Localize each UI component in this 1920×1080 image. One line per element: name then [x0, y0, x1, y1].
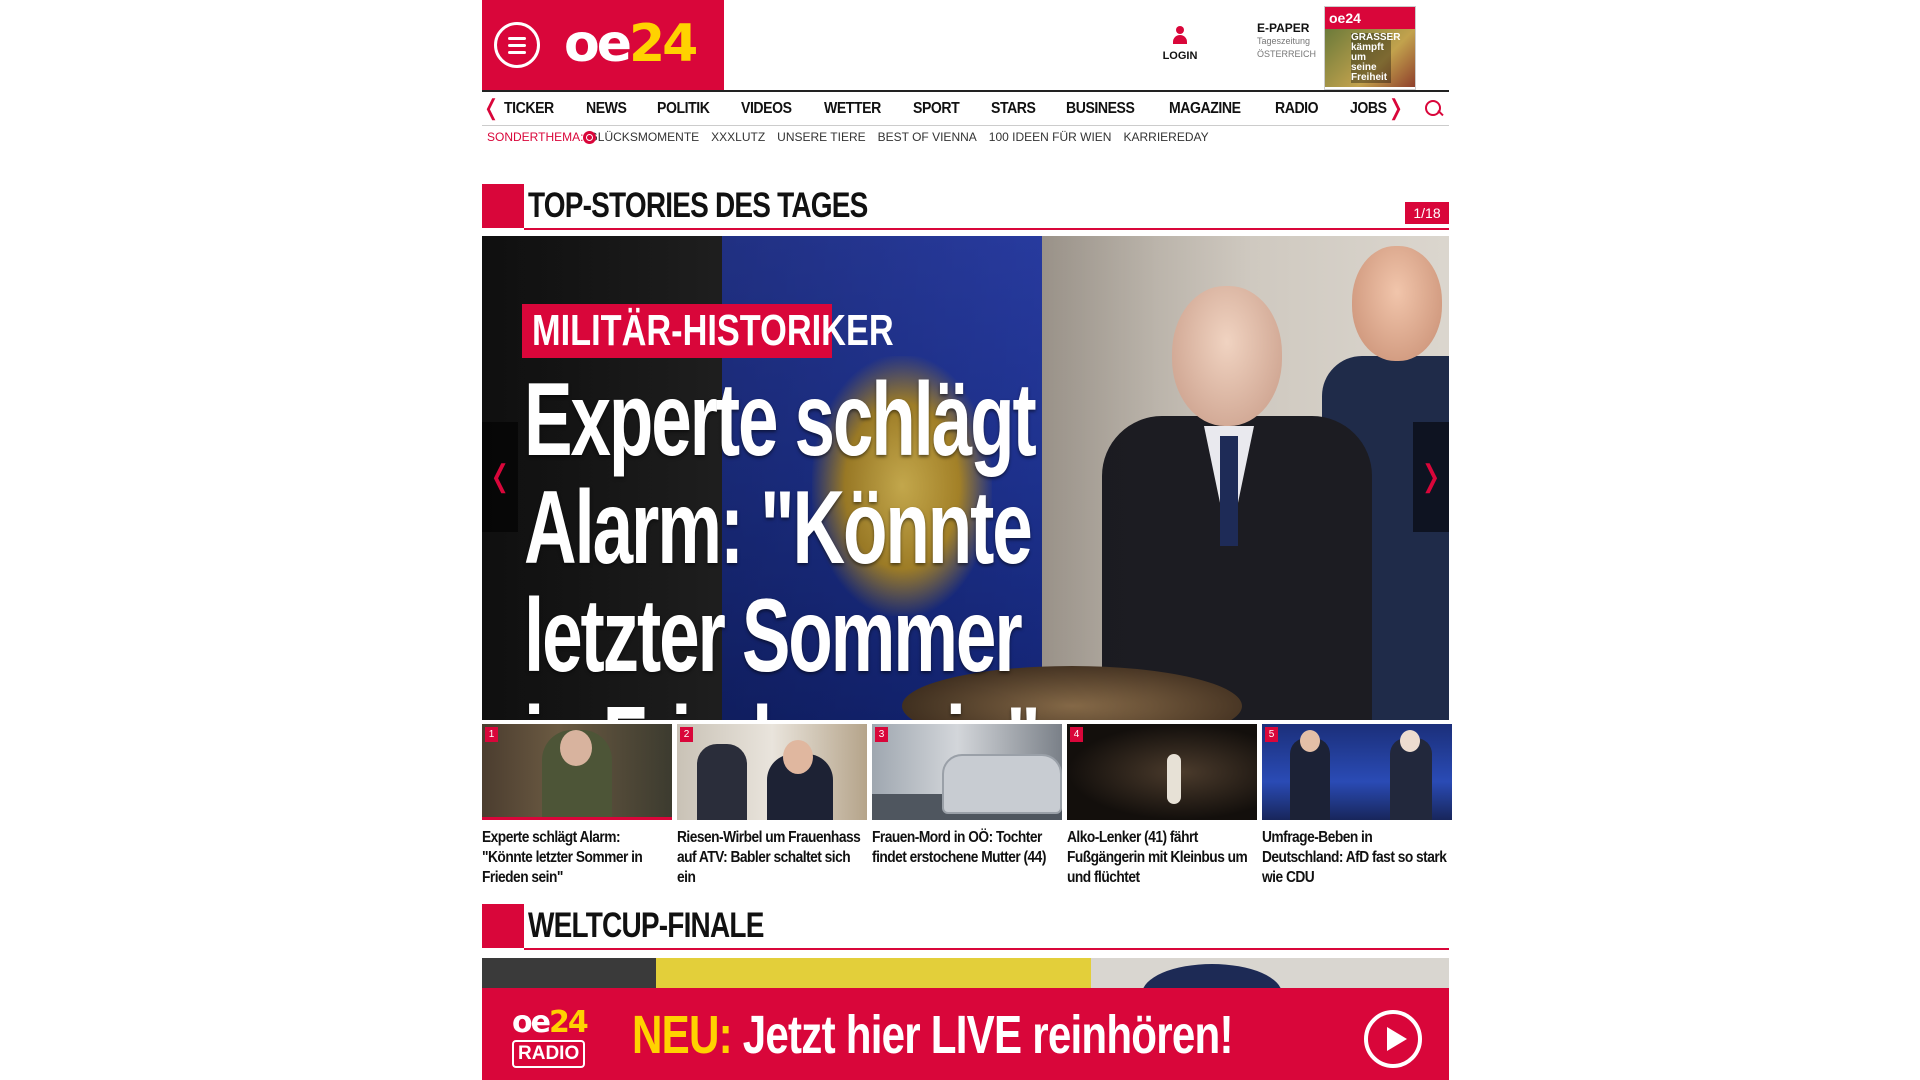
story-thumbnail-image: 4	[1067, 724, 1257, 820]
special-topic-link[interactable]: KARRIEREDAY	[1123, 130, 1208, 144]
epaper-subtitle-2: ÖSTERREICH	[1257, 49, 1317, 59]
story-caption[interactable]: Riesen-Wirbel um Frauenhass auf ATV: Bab…	[677, 828, 868, 888]
story-thumbnail-image: 2	[677, 724, 867, 820]
story-thumbnail-image: 5	[1262, 724, 1452, 820]
hero-slide[interactable]: MILITÄR-HISTORIKER Experte schlägt Alarm…	[482, 236, 1449, 720]
special-topic-link[interactable]: 100 IDEEN FÜR WIEN	[989, 130, 1112, 144]
story-thumbnail[interactable]: 1 Experte schlägt Alarm: "Könnte letzter …	[482, 724, 672, 888]
radio-logo: oe24 RADIO	[512, 1008, 604, 1072]
section-marker	[482, 184, 524, 228]
nav-item-magazine[interactable]: MAGAZINE	[1169, 100, 1241, 118]
story-thumbnail[interactable]: 4 Alko-Lenker (41) fährt Fußgängerin mit …	[1067, 724, 1257, 888]
section-title: WELTCUP-FINALE	[528, 906, 764, 945]
story-number: 5	[1265, 727, 1278, 742]
story-caption[interactable]: Frauen-Mord in OÖ: Tochter findet erstoc…	[872, 828, 1063, 868]
hero-headline[interactable]: Experte schlägt Alarm: "Könnte letzter S…	[524, 366, 1070, 720]
login-button[interactable]: LOGIN	[1158, 26, 1202, 62]
menu-icon[interactable]	[494, 22, 540, 68]
nav-item-radio[interactable]: RADIO	[1275, 100, 1319, 118]
nav-item-news[interactable]: NEWS	[586, 100, 627, 118]
slide-counter: 1/18	[1405, 202, 1449, 224]
story-caption[interactable]: Experte schlägt Alarm: "Könnte letzter S…	[482, 828, 673, 888]
story-thumbnail-image: 3	[872, 724, 1062, 820]
special-topic-link[interactable]: BEST OF VIENNA	[878, 130, 977, 144]
story-number: 1	[485, 727, 498, 742]
search-icon[interactable]	[1423, 98, 1445, 120]
story-number: 2	[680, 727, 693, 742]
nav-item-politik[interactable]: POLITIK	[657, 100, 710, 118]
story-thumbnail-image: 1	[482, 724, 672, 820]
epaper-subtitle: Tageszeitung	[1257, 36, 1311, 46]
login-label: LOGIN	[1162, 50, 1198, 62]
nav-item-wetter[interactable]: WETTER	[824, 100, 881, 118]
nav-item-business[interactable]: BUSINESS	[1066, 100, 1135, 118]
nav-item-ticker[interactable]: TICKER	[504, 100, 554, 118]
nav-item-videos[interactable]: VIDEOS	[741, 100, 792, 118]
logo-area: oe24	[482, 0, 724, 90]
radio-logo-sub: RADIO	[512, 1040, 586, 1068]
hero-prev-icon[interactable]: ❬	[482, 422, 518, 532]
epaper-title: E-PAPER	[1257, 21, 1310, 35]
story-thumbnail[interactable]: 2 Riesen-Wirbel um Frauenhass auf ATV: Ba…	[677, 724, 867, 888]
story-number: 3	[875, 727, 888, 742]
story-thumbnail[interactable]: 3 Frauen-Mord in OÖ: Tochter findet ersto…	[872, 724, 1062, 888]
section-underline	[524, 948, 1449, 950]
nav-items: TICKER NEWS POLITIK VIDEOS WETTER SPORT STARS B…	[504, 100, 1416, 118]
nav-item-stars[interactable]: STARS	[991, 100, 1036, 118]
special-topic-link[interactable]: GLÜCKSMOMENTE	[588, 130, 699, 144]
oe24-logo[interactable]: oe24	[564, 12, 698, 76]
weltcup-image[interactable]	[482, 958, 1449, 988]
top-stories-header: TOP-STORIES DES TAGES 1/18	[482, 184, 1449, 230]
special-topics-row: SONDERTHEMA: GLÜCKSMOMENTE XXXLUTZ UNSERE …	[487, 130, 1209, 144]
section-underline	[524, 228, 1449, 230]
weltcup-header: WELTCUP-FINALE	[482, 904, 1449, 950]
epaper-cover-brand: oe24	[1325, 7, 1415, 29]
special-topic-label: SONDERTHEMA:	[487, 130, 584, 144]
top-stories-thumbnails: 1 Experte schlägt Alarm: "Könnte letzter …	[482, 724, 1452, 888]
special-topic-link[interactable]: UNSERE TIERE	[777, 130, 865, 144]
story-number: 4	[1070, 727, 1083, 742]
special-topic-links: GLÜCKSMOMENTE XXXLUTZ UNSERE TIERE BEST OF …	[588, 130, 1208, 144]
special-topic-link[interactable]: XXXLUTZ	[711, 130, 765, 144]
section-title: TOP-STORIES DES TAGES	[528, 186, 868, 225]
radio-message: NEU: Jetzt hier LIVE reinhören!	[632, 1005, 1233, 1065]
epaper-link[interactable]: E-PAPER Tageszeitung ÖSTERREICH	[1257, 22, 1316, 61]
hero-kicker: MILITÄR-HISTORIKER	[522, 304, 894, 358]
nav-prev-icon[interactable]: ❬	[482, 97, 500, 119]
nav-item-jobs[interactable]: JOBS	[1350, 100, 1387, 118]
story-caption[interactable]: Alko-Lenker (41) fährt Fußgängerin mit K…	[1067, 828, 1258, 888]
hero-next-icon[interactable]: ❭	[1413, 422, 1449, 532]
epaper-cover-thumbnail[interactable]: oe24 GRASSER kämpft um seine Freiheit	[1324, 6, 1416, 90]
nav-item-sport[interactable]: SPORT	[913, 100, 960, 118]
nav-next-icon[interactable]: ❭	[1387, 97, 1405, 119]
user-icon	[1172, 26, 1188, 46]
radio-live-banner[interactable]: oe24 RADIO NEU: Jetzt hier LIVE reinhöre…	[482, 988, 1449, 1080]
epaper-cover-headline: GRASSER kämpft um seine Freiheit	[1351, 32, 1401, 83]
main-nav: ❬ TICKER NEWS POLITIK VIDEOS WETTER SPORT STAR…	[482, 90, 1449, 126]
story-thumbnail[interactable]: 5 Umfrage-Beben in Deutschland: AfD fast …	[1262, 724, 1452, 888]
story-caption[interactable]: Umfrage-Beben in Deutschland: AfD fast s…	[1262, 828, 1453, 888]
play-icon[interactable]	[1364, 1010, 1422, 1068]
section-marker	[482, 904, 524, 948]
